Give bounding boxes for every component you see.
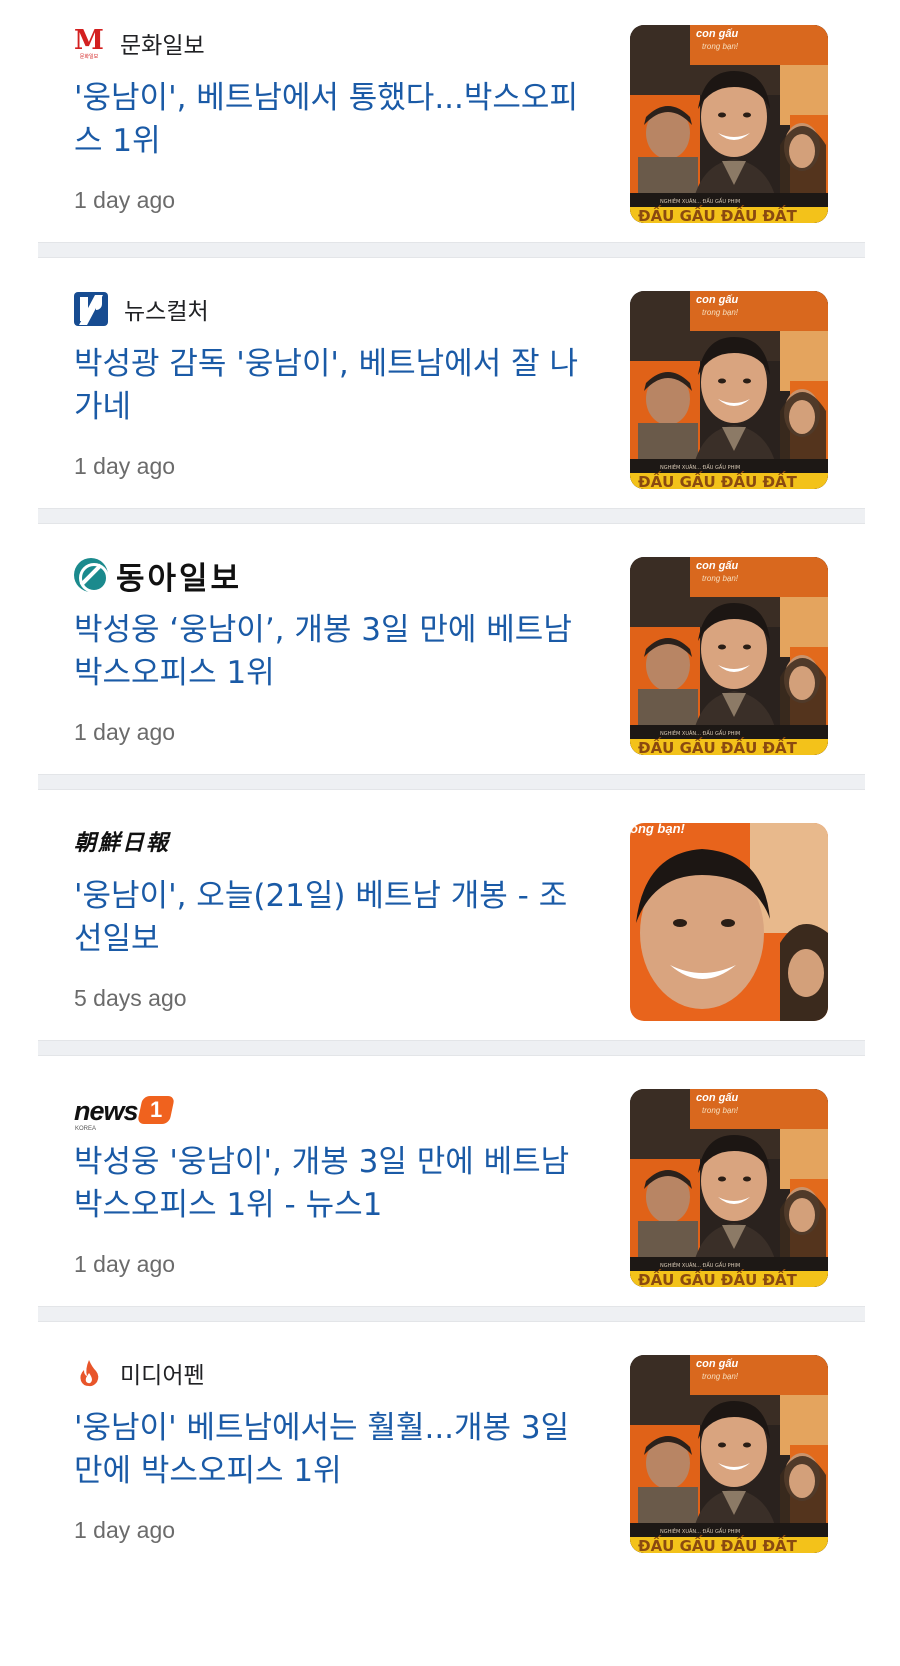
poster-caption-sub: trong bạn! <box>702 1372 739 1381</box>
poster-caption: con gấu <box>696 560 738 572</box>
card-divider <box>38 1040 865 1056</box>
poster-caption-sub: trong bạn! <box>702 42 739 51</box>
source-row: 미디어펜 <box>74 1355 205 1391</box>
card-divider <box>38 508 865 524</box>
poster-caption: con gấu <box>696 1092 738 1104</box>
poster-caption-sub: trong bạn! <box>702 1106 739 1115</box>
newsculture-logo-icon <box>74 292 108 326</box>
timestamp: 5 days ago <box>74 985 187 1011</box>
source-name: 미디어펜 <box>120 1363 205 1389</box>
movie-poster-thumbnail[interactable]: con gấu trong bạn! <box>630 1089 828 1287</box>
poster-caption-sub: trong bạn! <box>702 574 739 583</box>
source-row: 朝鮮日報 <box>74 823 170 859</box>
news-feed: M 문화일보 문화일보 '웅남이', 베트남에서 통했다...박스오피스 1위 … <box>0 0 900 1666</box>
donga-logo-icon: 동아일보 <box>74 553 242 598</box>
card-divider <box>38 774 865 790</box>
news-card[interactable]: news 1 KOREA 박성웅 '웅남이', 개봉 3일 만에 베트남 박스오… <box>38 1064 865 1322</box>
headline-link[interactable]: '웅남이', 베트남에서 통했다...박스오피스 1위 <box>74 77 594 163</box>
source-row: 동아일보 <box>74 557 242 597</box>
logo-subtext: 문화일보 <box>79 53 99 60</box>
headline-link[interactable]: 박성웅 '웅남이', 개봉 3일 만에 베트남 박스오피스 1위 - 뉴스1 <box>74 1141 594 1227</box>
poster-caption-sub: trong bạn! <box>702 308 739 317</box>
headline-link[interactable]: '웅남이', 오늘(21일) 베트남 개봉 - 조선일보 <box>74 875 594 961</box>
headline-link[interactable]: 박성광 감독 '웅남이', 베트남에서 잘 나가네 <box>74 343 594 429</box>
poster-caption: ong bạn! <box>630 823 686 836</box>
movie-poster-thumbnail[interactable]: con gấu trong bạn! <box>630 25 828 223</box>
timestamp: 1 day ago <box>74 1517 176 1543</box>
source-row: 뉴스컬처 <box>74 291 209 327</box>
news-card[interactable]: 미디어펜 '웅남이' 베트남에서는 훨훨...개봉 3일 만에 박스오피스 1위… <box>38 1330 865 1630</box>
news-card[interactable]: 뉴스컬처 박성광 감독 '웅남이', 베트남에서 잘 나가네 1 day ago… <box>38 266 865 524</box>
headline-link[interactable]: '웅남이' 베트남에서는 훨훨...개봉 3일 만에 박스오피스 1위 <box>74 1407 594 1493</box>
munhwa-m-logo-icon: M 문화일보 <box>74 26 104 60</box>
timestamp: 1 day ago <box>74 453 176 479</box>
news-card[interactable]: 동아일보 박성웅 ‘웅남이’, 개봉 3일 만에 베트남 박스오피스 1위 1 … <box>38 532 865 790</box>
movie-poster-thumbnail[interactable]: con gấu trong bạn! <box>630 557 828 755</box>
news-card[interactable]: M 문화일보 문화일보 '웅남이', 베트남에서 통했다...박스오피스 1위 … <box>38 0 865 258</box>
chosun-logo-icon: 朝鮮日報 <box>74 830 171 856</box>
logo-wordmark: 동아일보 <box>116 560 243 597</box>
logo-wordmark: news <box>74 1096 139 1126</box>
poster-caption: con gấu <box>696 294 738 306</box>
logo-letter: M <box>74 24 104 56</box>
timestamp: 1 day ago <box>74 187 176 213</box>
source-name: 문화일보 <box>120 33 205 59</box>
timestamp: 1 day ago <box>74 1251 176 1277</box>
logo-subtext: KOREA <box>75 1126 97 1132</box>
source-row: M 문화일보 문화일보 <box>74 25 205 61</box>
movie-poster-thumbnail[interactable]: con gấu trong bạn! <box>630 1355 828 1553</box>
flame-logo-icon <box>74 1356 104 1390</box>
headline-link[interactable]: 박성웅 ‘웅남이’, 개봉 3일 만에 베트남 박스오피스 1위 <box>74 609 594 695</box>
card-divider <box>38 1306 865 1322</box>
movie-poster-closeup-thumbnail[interactable]: ong bạn! <box>630 823 828 1021</box>
timestamp: 1 day ago <box>74 719 176 745</box>
news1-logo-icon: news 1 KOREA <box>74 1090 175 1132</box>
source-row: news 1 KOREA <box>74 1089 175 1132</box>
card-divider <box>38 242 865 258</box>
logo-badge: 1 <box>149 1097 162 1122</box>
news-card[interactable]: 朝鮮日報 '웅남이', 오늘(21일) 베트남 개봉 - 조선일보 5 days… <box>38 798 865 1056</box>
movie-poster-thumbnail[interactable]: con gấu trong bạn! <box>630 291 828 489</box>
source-name: 뉴스컬처 <box>124 299 209 325</box>
poster-caption: con gấu <box>696 28 738 40</box>
poster-caption: con gấu <box>696 1358 738 1370</box>
